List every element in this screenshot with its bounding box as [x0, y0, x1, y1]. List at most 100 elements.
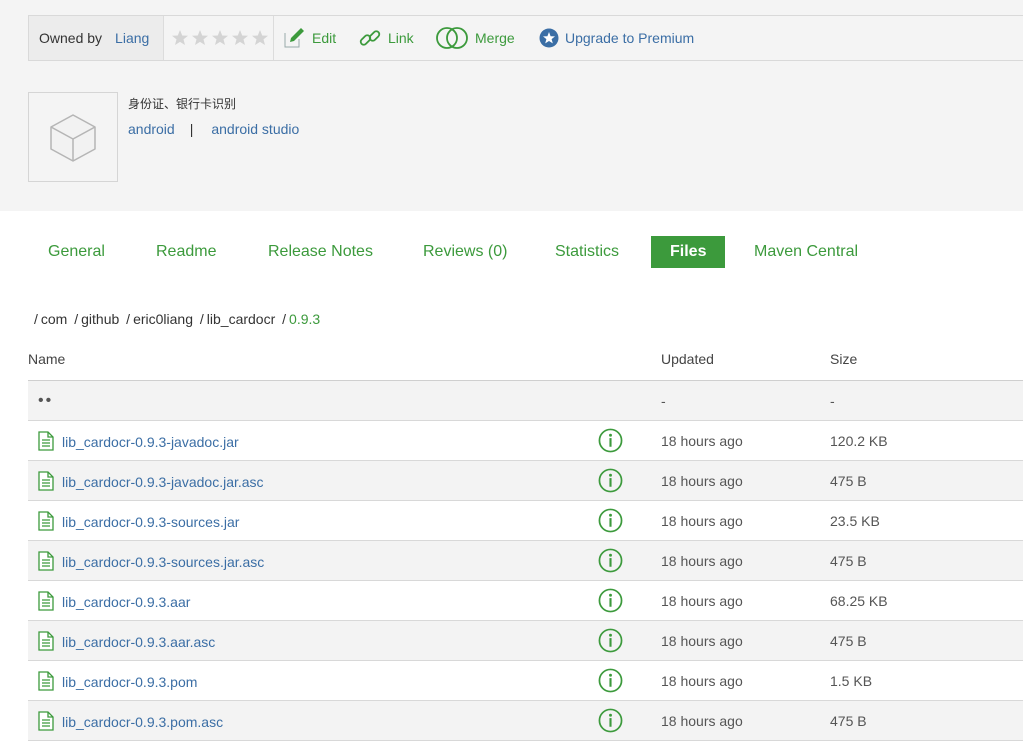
table-header: Name Updated Size — [28, 340, 1023, 381]
edit-button[interactable]: Edit — [282, 16, 336, 60]
package-thumbnail — [28, 92, 118, 182]
breadcrumb-lib-cardocr[interactable]: lib_cardocr — [207, 311, 275, 327]
file-updated: 18 hours ago — [661, 513, 743, 529]
owner-box: Owned by Liang — [29, 16, 164, 60]
file-rows: lib_cardocr-0.9.3-javadoc.jar 18 hours ag… — [28, 421, 1023, 741]
package-toolbar: Owned by Liang Edit Link Merge Upgrade t… — [28, 15, 1023, 61]
info-circle-icon[interactable] — [598, 668, 623, 693]
owner-label: Owned by — [39, 30, 103, 46]
file-size: 475 B — [830, 713, 867, 729]
file-updated: 18 hours ago — [661, 673, 743, 689]
chain-link-icon — [359, 30, 381, 46]
file-link[interactable]: lib_cardocr-0.9.3.aar — [62, 582, 190, 622]
file-document-icon — [38, 671, 54, 691]
info-circle-icon[interactable] — [598, 708, 623, 733]
parent-directory-row[interactable]: •• - - — [28, 381, 1023, 421]
rating-star-icon[interactable] — [170, 28, 190, 48]
parent-size: - — [830, 393, 835, 409]
tab-statistics[interactable]: Statistics — [555, 236, 619, 268]
table-row: lib_cardocr-0.9.3-sources.jar.asc 18 hour… — [28, 541, 1023, 581]
parent-directory-link[interactable]: •• — [38, 381, 53, 421]
files-table: Name Updated Size •• - - lib_cardocr-0.9… — [28, 340, 1023, 741]
file-size: 475 B — [830, 553, 867, 569]
table-row: lib_cardocr-0.9.3.aar.asc 18 hours ago 475… — [28, 621, 1023, 661]
tab-general[interactable]: General — [48, 236, 105, 268]
rating-star-icon[interactable] — [210, 28, 230, 48]
breadcrumb-com[interactable]: com — [41, 311, 67, 327]
column-header-size[interactable]: Size — [830, 351, 857, 367]
column-header-updated[interactable]: Updated — [661, 351, 714, 367]
star-badge-icon — [539, 28, 559, 48]
owner-link[interactable]: Liang — [115, 30, 149, 46]
rating-star-icon[interactable] — [190, 28, 210, 48]
breadcrumb-github[interactable]: github — [81, 311, 119, 327]
info-circle-icon[interactable] — [598, 508, 623, 533]
tag-separator: | — [189, 121, 194, 137]
table-row: lib_cardocr-0.9.3-javadoc.jar 18 hours ag… — [28, 421, 1023, 461]
tab-maven-central[interactable]: Maven Central — [754, 236, 858, 268]
file-document-icon — [38, 711, 54, 731]
tab-reviews[interactable]: Reviews (0) — [423, 236, 507, 268]
upgrade-label: Upgrade to Premium — [565, 30, 695, 46]
column-header-name[interactable]: Name — [28, 351, 65, 367]
tab-readme[interactable]: Readme — [156, 236, 216, 268]
file-updated: 18 hours ago — [661, 433, 743, 449]
file-updated: 18 hours ago — [661, 713, 743, 729]
file-link[interactable]: lib_cardocr-0.9.3-javadoc.jar.asc — [62, 462, 264, 502]
breadcrumb-separator: / — [74, 311, 79, 327]
breadcrumb-separator: / — [199, 311, 204, 327]
file-link[interactable]: lib_cardocr-0.9.3.pom.asc — [62, 702, 223, 742]
file-updated: 18 hours ago — [661, 553, 743, 569]
info-circle-icon[interactable] — [598, 468, 623, 493]
rating-star-icon[interactable] — [250, 28, 270, 48]
file-document-icon — [38, 511, 54, 531]
breadcrumb-current-version: 0.9.3 — [289, 311, 321, 327]
file-link[interactable]: lib_cardocr-0.9.3.aar.asc — [62, 622, 215, 662]
tag-android[interactable]: android — [128, 121, 175, 137]
table-row: lib_cardocr-0.9.3-javadoc.jar.asc 18 hour… — [28, 461, 1023, 501]
file-document-icon — [38, 551, 54, 571]
file-updated: 18 hours ago — [661, 473, 743, 489]
breadcrumb-separator: / — [126, 311, 131, 327]
file-link[interactable]: lib_cardocr-0.9.3.pom — [62, 662, 197, 702]
file-document-icon — [38, 591, 54, 611]
rating-star-icon[interactable] — [230, 28, 250, 48]
file-size: 475 B — [830, 633, 867, 649]
link-label: Link — [388, 30, 414, 46]
info-circle-icon[interactable] — [598, 628, 623, 653]
upgrade-premium-button[interactable]: Upgrade to Premium — [539, 16, 694, 60]
breadcrumb: / com / github / eric0liang / lib_cardocr /0… — [31, 311, 320, 327]
info-circle-icon[interactable] — [598, 588, 623, 613]
file-size: 1.5 KB — [830, 673, 873, 689]
breadcrumb-separator: / — [282, 311, 287, 327]
edit-label: Edit — [312, 30, 337, 46]
tab-files[interactable]: Files — [651, 236, 726, 268]
file-document-icon — [38, 631, 54, 651]
info-circle-icon[interactable] — [598, 428, 623, 453]
table-row: lib_cardocr-0.9.3.aar 18 hours ago 68.25 K… — [28, 581, 1023, 621]
file-link[interactable]: lib_cardocr-0.9.3-sources.jar.asc — [62, 542, 264, 582]
edit-pencil-icon — [284, 28, 304, 48]
file-link[interactable]: lib_cardocr-0.9.3-sources.jar — [62, 502, 239, 542]
breadcrumb-separator: / — [34, 311, 38, 327]
merge-button[interactable]: Merge — [435, 16, 515, 60]
package-tags: android | android studio — [128, 121, 299, 137]
file-link[interactable]: lib_cardocr-0.9.3-javadoc.jar — [62, 422, 239, 462]
merge-circles-icon — [436, 27, 468, 49]
table-row: lib_cardocr-0.9.3-sources.jar 18 hours ag… — [28, 501, 1023, 541]
tag-android-studio[interactable]: android studio — [211, 121, 299, 137]
link-button[interactable]: Link — [358, 16, 414, 60]
table-row: lib_cardocr-0.9.3.pom.asc 18 hours ago 475… — [28, 701, 1023, 741]
info-circle-icon[interactable] — [598, 548, 623, 573]
package-description: 身份证、银行卡识别 — [128, 97, 237, 111]
parent-updated: - — [661, 393, 666, 409]
file-document-icon — [38, 471, 54, 491]
breadcrumb-eric0liang[interactable]: eric0liang — [133, 311, 193, 327]
rating-stars[interactable] — [164, 16, 274, 60]
tab-release-notes[interactable]: Release Notes — [268, 236, 373, 268]
file-updated: 18 hours ago — [661, 593, 743, 609]
file-updated: 18 hours ago — [661, 633, 743, 649]
merge-label: Merge — [475, 30, 515, 46]
file-size: 68.25 KB — [830, 593, 888, 609]
file-document-icon — [38, 431, 54, 451]
